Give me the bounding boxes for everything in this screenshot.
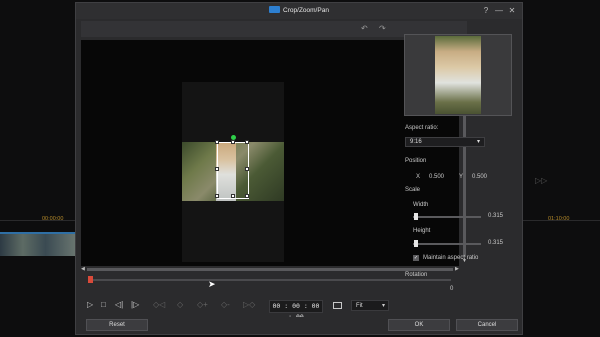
crop-handle-top-right[interactable] bbox=[245, 140, 249, 144]
x-label: X bbox=[416, 174, 421, 180]
width-label: Width bbox=[413, 202, 429, 208]
remove-keyframe-icon[interactable]: ◇- bbox=[221, 300, 230, 309]
crop-handle-top[interactable] bbox=[231, 140, 235, 144]
rotate-handle[interactable] bbox=[231, 135, 236, 140]
scale-label: Scale bbox=[405, 187, 421, 193]
mouse-cursor-icon: ➤ bbox=[208, 279, 216, 289]
height-slider-thumb[interactable] bbox=[414, 240, 418, 247]
background-timecode-right: 01:10:00 bbox=[548, 216, 570, 222]
safe-zone-icon[interactable] bbox=[333, 302, 342, 309]
stop-icon[interactable]: □ bbox=[101, 300, 106, 309]
y-value[interactable]: 0.500 bbox=[472, 174, 487, 180]
background-play-icon: ▷▷ bbox=[535, 176, 548, 185]
crop-box[interactable] bbox=[215, 140, 249, 199]
zoom-select-value: Fit bbox=[356, 303, 363, 309]
timecode-display[interactable]: 00 : 00 : 00 : 00 bbox=[269, 300, 323, 321]
width-slider-thumb[interactable] bbox=[414, 213, 418, 220]
chevron-down-icon: ▾ bbox=[381, 303, 385, 309]
crop-handle-left[interactable] bbox=[215, 167, 219, 171]
zoom-select[interactable]: Fit ▾ bbox=[351, 300, 389, 311]
undo-button[interactable]: ↶ bbox=[361, 24, 368, 33]
crop-handle-right[interactable] bbox=[245, 167, 249, 171]
crop-handle-bottom-left[interactable] bbox=[215, 194, 219, 198]
aspect-ratio-value: 9:16 bbox=[410, 139, 422, 145]
minimize-button[interactable]: — bbox=[494, 6, 504, 15]
next-frame-icon[interactable]: |▷ bbox=[131, 300, 139, 309]
dialog-title: Crop/Zoom/Pan bbox=[76, 6, 522, 14]
title-bar: Crop/Zoom/Pan ? — ✕ bbox=[76, 3, 522, 19]
height-slider[interactable] bbox=[413, 243, 481, 245]
playhead-marker[interactable] bbox=[88, 276, 93, 283]
aspect-ratio-select[interactable]: 9:16 ▾ bbox=[405, 137, 485, 147]
rotation-value[interactable]: 0 bbox=[450, 286, 453, 292]
output-preview-image bbox=[435, 36, 481, 114]
add-keyframe-icon[interactable]: ◇+ bbox=[197, 300, 208, 309]
output-preview bbox=[404, 34, 512, 116]
crop-handle-bottom[interactable] bbox=[231, 194, 235, 198]
prev-frame-icon[interactable]: ◁| bbox=[115, 300, 123, 309]
dialog-footer: Reset OK Cancel bbox=[76, 317, 522, 334]
maintain-aspect-checkbox[interactable]: ✓ bbox=[413, 255, 419, 261]
chevron-down-icon: ▾ bbox=[476, 139, 480, 145]
height-value[interactable]: 0.315 bbox=[488, 240, 503, 246]
crop-handle-top-left[interactable] bbox=[215, 140, 219, 144]
reset-button[interactable]: Reset bbox=[86, 319, 148, 331]
x-value[interactable]: 0.500 bbox=[429, 174, 444, 180]
rotation-label: Rotation bbox=[405, 272, 428, 278]
properties-panel: Aspect ratio: 9:16 ▾ Position X 0.500 Y … bbox=[399, 21, 521, 317]
cancel-button[interactable]: Cancel bbox=[456, 319, 518, 331]
prev-keyframe-icon[interactable]: ◇◁ bbox=[153, 300, 165, 309]
crop-zoom-pan-dialog: Crop/Zoom/Pan ? — ✕ ↶ ↷ ▼ ◀ ▶ ▷ □ ◁| |▷ … bbox=[75, 2, 523, 335]
crop-handle-bottom-right[interactable] bbox=[245, 194, 249, 198]
close-button[interactable]: ✕ bbox=[507, 6, 517, 15]
width-value[interactable]: 0.315 bbox=[488, 213, 503, 219]
maintain-aspect-label: Maintain aspect ratio bbox=[423, 255, 479, 261]
background-timecode-left: 00:00:00 bbox=[42, 216, 64, 222]
position-label: Position bbox=[405, 158, 427, 164]
redo-button[interactable]: ↷ bbox=[379, 24, 386, 33]
play-icon[interactable]: ▷ bbox=[87, 300, 93, 309]
y-label: Y bbox=[459, 174, 464, 180]
next-keyframe-icon[interactable]: ▷◇ bbox=[243, 300, 255, 309]
aspect-ratio-label: Aspect ratio: bbox=[405, 125, 439, 131]
timeline-track[interactable] bbox=[89, 279, 451, 281]
scroll-left-icon[interactable]: ◀ bbox=[81, 266, 85, 272]
help-button[interactable]: ? bbox=[481, 6, 491, 15]
height-label: Height bbox=[413, 228, 431, 234]
app-logo-icon bbox=[269, 6, 281, 13]
width-slider[interactable] bbox=[413, 216, 481, 218]
keyframe-icon[interactable]: ◇ bbox=[177, 300, 183, 309]
background-video-clip bbox=[0, 232, 76, 256]
ok-button[interactable]: OK bbox=[388, 319, 450, 331]
